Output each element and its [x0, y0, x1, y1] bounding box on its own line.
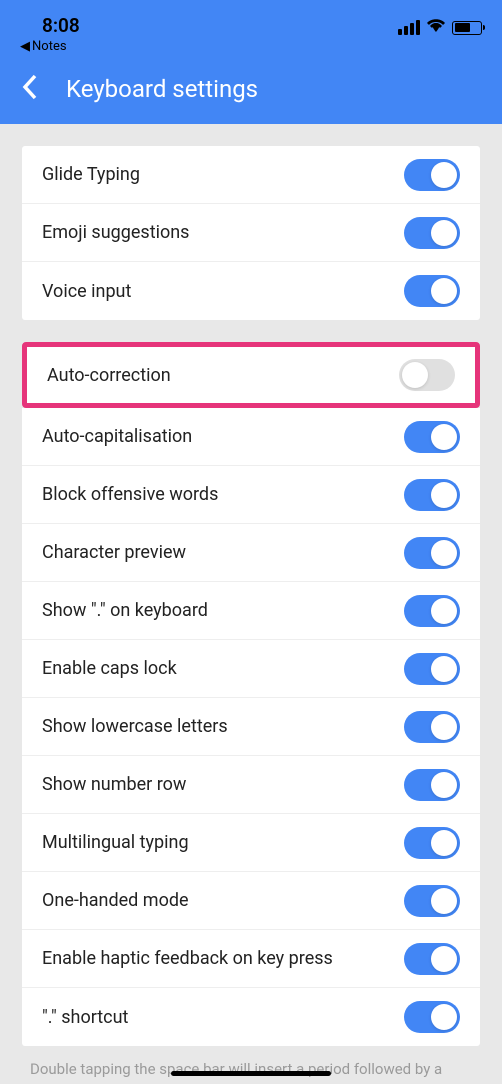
settings-row-show-number-row[interactable]: Show number row [22, 756, 480, 814]
toggle-knob [431, 656, 457, 682]
row-label: Auto-correction [47, 365, 171, 386]
app-header: Keyboard settings [0, 54, 502, 124]
row-label: Multilingual typing [42, 832, 189, 853]
toggle-knob [431, 482, 457, 508]
settings-row-show-lowercase-letters[interactable]: Show lowercase letters [22, 698, 480, 756]
toggle-glide-typing[interactable] [404, 159, 460, 191]
toggle-multilingual-typing[interactable] [404, 827, 460, 859]
highlighted-row-container: Auto-correction [22, 342, 480, 408]
battery-icon [452, 21, 482, 35]
toggle-enable-haptic-feedback-on-key-press[interactable] [404, 943, 460, 975]
settings-row-character-preview[interactable]: Character preview [22, 524, 480, 582]
status-left: 8:08 ◀ Notes [20, 14, 80, 54]
row-label: One-handed mode [42, 890, 189, 911]
toggle-knob [431, 424, 457, 450]
status-time: 8:08 [20, 14, 80, 37]
settings-row-enable-caps-lock[interactable]: Enable caps lock [22, 640, 480, 698]
row-label: Show "." on keyboard [42, 600, 208, 621]
settings-row-voice-input[interactable]: Voice input [22, 262, 480, 320]
settings-row-multilingual-typing[interactable]: Multilingual typing [22, 814, 480, 872]
wifi-icon [426, 18, 446, 37]
row-label: Glide Typing [42, 164, 140, 185]
row-label: Enable haptic feedback on key press [42, 948, 333, 969]
home-indicator[interactable] [171, 1071, 331, 1076]
toggle-enable-caps-lock[interactable] [404, 653, 460, 685]
settings-row-auto-capitalisation[interactable]: Auto-capitalisation [22, 408, 480, 466]
status-right [398, 14, 482, 37]
toggle-knob [431, 278, 457, 304]
toggle-show-lowercase-letters[interactable] [404, 711, 460, 743]
settings-row-block-offensive-words[interactable]: Block offensive words [22, 466, 480, 524]
toggle-knob [431, 830, 457, 856]
toggle-knob [402, 362, 428, 388]
page-title: Keyboard settings [66, 75, 258, 103]
row-label: Block offensive words [42, 484, 218, 505]
toggle-knob [431, 162, 457, 188]
settings-row-glide-typing[interactable]: Glide Typing [22, 146, 480, 204]
toggle-knob [431, 946, 457, 972]
toggle-knob [431, 1004, 457, 1030]
row-label: Character preview [42, 542, 186, 563]
back-button[interactable] [22, 74, 38, 104]
toggle-character-preview[interactable] [404, 537, 460, 569]
toggle-knob [431, 598, 457, 624]
settings-row-emoji-suggestions[interactable]: Emoji suggestions [22, 204, 480, 262]
row-label: Show lowercase letters [42, 716, 228, 737]
row-label: Enable caps lock [42, 658, 177, 679]
settings-row-one-handed-mode[interactable]: One-handed mode [22, 872, 480, 930]
settings-row-auto-correction[interactable]: Auto-correction [27, 347, 475, 403]
signal-icon [398, 20, 420, 35]
status-bar: 8:08 ◀ Notes [0, 0, 502, 54]
toggle-auto-correction[interactable] [399, 359, 455, 391]
back-app-label: Notes [32, 39, 67, 54]
row-label: Auto-capitalisation [42, 426, 192, 447]
settings-section-2: Auto-capitalisation Block offensive words… [22, 408, 480, 1046]
toggle-auto-capitalisation[interactable] [404, 421, 460, 453]
settings-section-1: Glide Typing Emoji suggestions Voice input [22, 146, 480, 320]
toggle-shortcut[interactable] [404, 1001, 460, 1033]
toggle-one-handed-mode[interactable] [404, 885, 460, 917]
toggle-knob [431, 714, 457, 740]
row-label: "." shortcut [42, 1007, 128, 1028]
settings-row-shortcut[interactable]: "." shortcut [22, 988, 480, 1046]
settings-row-show-on-keyboard[interactable]: Show "." on keyboard [22, 582, 480, 640]
toggle-show-on-keyboard[interactable] [404, 595, 460, 627]
toggle-knob [431, 888, 457, 914]
toggle-block-offensive-words[interactable] [404, 479, 460, 511]
toggle-knob [431, 772, 457, 798]
row-label: Voice input [42, 281, 131, 302]
back-triangle-icon: ◀ [20, 39, 30, 54]
settings-content: Glide Typing Emoji suggestions Voice input… [0, 146, 502, 1078]
row-label: Emoji suggestions [42, 222, 189, 243]
settings-row-enable-haptic-feedback-on-key-press[interactable]: Enable haptic feedback on key press [22, 930, 480, 988]
row-label: Show number row [42, 774, 186, 795]
status-back-app[interactable]: ◀ Notes [20, 39, 80, 54]
toggle-knob [431, 220, 457, 246]
toggle-knob [431, 540, 457, 566]
toggle-show-number-row[interactable] [404, 769, 460, 801]
toggle-voice-input[interactable] [404, 275, 460, 307]
toggle-emoji-suggestions[interactable] [404, 217, 460, 249]
